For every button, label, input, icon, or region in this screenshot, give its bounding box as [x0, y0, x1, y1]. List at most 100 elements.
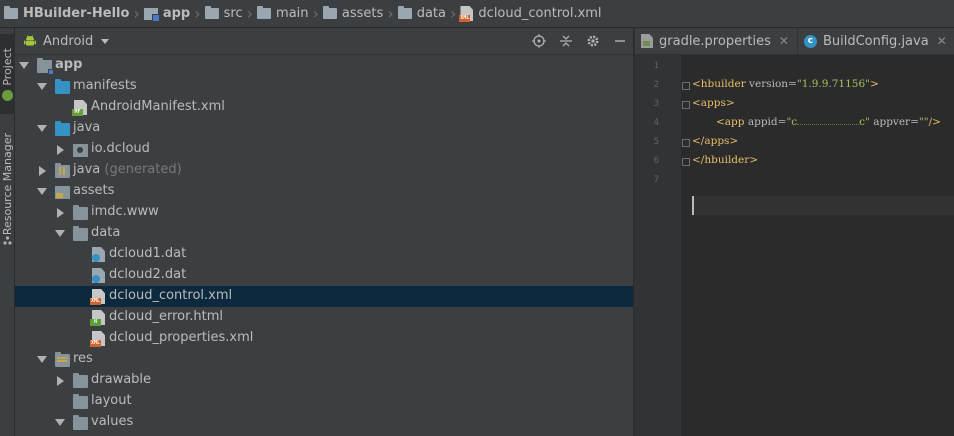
tree-item-dcloud2-dat[interactable]: dcloud2.dat	[15, 265, 633, 286]
tree-item-values[interactable]: values	[15, 412, 633, 433]
text-caret	[692, 196, 694, 215]
breadcrumb-label: dcloud_control.xml	[478, 6, 602, 21]
module-folder-icon	[143, 7, 160, 22]
folder-icon	[73, 373, 88, 388]
tree-item-dcloud-control-xml[interactable]: XML dcloud_control.xml	[15, 286, 633, 307]
tree-item-label: io.dcloud	[91, 141, 150, 156]
breadcrumb-item-assets[interactable]: assets ›	[322, 0, 398, 27]
locate-target-button[interactable]	[525, 28, 552, 55]
resource-manager-icon	[3, 234, 12, 245]
tree-item-res[interactable]: res	[15, 349, 633, 370]
breadcrumb-item-src[interactable]: src ›	[204, 0, 257, 27]
collapse-all-button[interactable]	[552, 28, 579, 55]
expand-arrow-icon[interactable]	[19, 62, 29, 69]
current-line-highlight	[692, 196, 954, 215]
properties-file-icon	[641, 34, 653, 48]
tree-item-dcloud-error-html[interactable]: H dcloud_error.html	[15, 307, 633, 328]
tool-window-strip: 1: Project Resource Manager	[0, 28, 15, 436]
tab-gradle-properties[interactable]: gradle.properties ✕	[635, 28, 798, 54]
line-number: 4	[653, 118, 659, 128]
expand-arrow-icon[interactable]	[39, 166, 46, 176]
gear-icon	[587, 35, 598, 47]
fold-marker-icon[interactable]	[682, 101, 690, 109]
tree-item-label: layout	[91, 393, 132, 408]
xml-file-icon: XML	[90, 289, 105, 305]
java-class-icon: c	[803, 34, 817, 48]
collapse-all-icon	[559, 35, 572, 47]
tree-item-imdc-www[interactable]: imdc.www	[15, 202, 633, 223]
tree-item-androidmanifest[interactable]: MF AndroidManifest.xml	[15, 97, 633, 118]
html-file-icon: H	[90, 310, 105, 326]
tree-item-java-generated[interactable]: java (generated)	[15, 160, 633, 181]
tab-buildconfig-java[interactable]: c BuildConfig.java ✕	[798, 28, 954, 54]
line-number: 2	[653, 80, 659, 90]
folder-icon	[73, 415, 88, 430]
project-panel: Android app manifests MF AndroidManifest…	[15, 28, 633, 436]
fold-marker-icon[interactable]	[682, 82, 690, 90]
tree-item-layout[interactable]: layout	[15, 391, 633, 412]
code-area[interactable]: <hbuilder version="1.9.9.71156"> <apps> …	[692, 55, 954, 436]
tree-item-app[interactable]: app	[15, 55, 633, 76]
tree-item-io-dcloud[interactable]: io.dcloud	[15, 139, 633, 160]
tree-item-label: dcloud_properties.xml	[109, 330, 254, 345]
expand-arrow-icon[interactable]	[57, 376, 64, 386]
breadcrumb-item-main[interactable]: main ›	[257, 0, 323, 27]
generated-suffix: (generated)	[104, 162, 182, 177]
tree-item-java[interactable]: java	[15, 118, 633, 139]
tree-item-drawable[interactable]: drawable	[15, 370, 633, 391]
breadcrumb-item-app[interactable]: app ›	[143, 0, 205, 27]
project-view-dropdown[interactable]: Android	[23, 33, 110, 49]
breadcrumb-item-data[interactable]: data ›	[397, 0, 461, 27]
minimize-icon	[614, 40, 625, 42]
folder-icon	[73, 205, 88, 220]
expand-arrow-icon[interactable]	[57, 208, 64, 218]
tab-project[interactable]: 1: Project	[0, 34, 15, 114]
tab-label: BuildConfig.java	[822, 33, 929, 49]
tree-item-data[interactable]: data	[15, 223, 633, 244]
xml-file-icon: XML	[90, 331, 105, 347]
breadcrumb-item-file[interactable]: XML dcloud_control.xml	[459, 0, 602, 27]
tree-item-dcloud-properties-xml[interactable]: XML dcloud_properties.xml	[15, 328, 633, 349]
breadcrumb-label: assets	[341, 6, 384, 21]
tree-item-assets[interactable]: assets	[15, 181, 633, 202]
tab-resource-manager-label: Resource Manager	[1, 132, 14, 236]
package-icon	[73, 144, 88, 157]
tab-resource-manager[interactable]: Resource Manager	[0, 120, 15, 248]
breadcrumb-item-project[interactable]: HBuilder-Hello ›	[4, 0, 144, 27]
breadcrumb-label: data	[416, 6, 447, 21]
project-panel-header: Android	[15, 28, 633, 55]
settings-button[interactable]	[579, 28, 606, 55]
xml-file-icon: XML	[459, 6, 474, 22]
tree-item-label: app	[55, 57, 83, 72]
res-folder-icon	[55, 352, 70, 367]
tree-item-manifests[interactable]: manifests	[15, 76, 633, 97]
expand-arrow-icon[interactable]	[37, 83, 47, 90]
minimize-button[interactable]	[606, 28, 633, 55]
expand-arrow-icon[interactable]	[37, 125, 47, 132]
editor-panel: gradle.properties ✕ c BuildConfig.java ✕…	[634, 28, 954, 436]
expand-arrow-icon[interactable]	[37, 188, 47, 195]
expand-arrow-icon[interactable]	[37, 356, 47, 363]
module-folder-icon	[37, 58, 54, 75]
editor-tabs: gradle.properties ✕ c BuildConfig.java ✕	[635, 28, 954, 55]
assets-folder-icon	[322, 6, 337, 19]
expand-arrow-icon[interactable]	[55, 419, 65, 426]
unknown-file-icon	[92, 247, 105, 262]
fold-marker-icon[interactable]	[682, 139, 690, 147]
line-number: 5	[653, 137, 659, 147]
chevron-right-icon: ›	[387, 4, 394, 23]
project-view-label: Android	[43, 33, 94, 49]
close-icon[interactable]: ✕	[937, 34, 947, 48]
breadcrumb-label: app	[162, 6, 191, 21]
tree-item-label: AndroidManifest.xml	[91, 99, 225, 114]
close-icon[interactable]: ✕	[779, 34, 789, 48]
tree-item-label: assets	[73, 183, 115, 198]
folder-icon	[73, 394, 88, 409]
tree-item-label: values	[91, 414, 134, 429]
tree-item-dcloud1-dat[interactable]: dcloud1.dat	[15, 244, 633, 265]
expand-arrow-icon[interactable]	[55, 230, 65, 237]
chevron-right-icon: ›	[450, 4, 457, 23]
code-line-2: <hbuilder version="1.9.9.71156">	[692, 78, 879, 90]
fold-marker-icon[interactable]	[682, 158, 690, 166]
expand-arrow-icon[interactable]	[57, 145, 64, 155]
